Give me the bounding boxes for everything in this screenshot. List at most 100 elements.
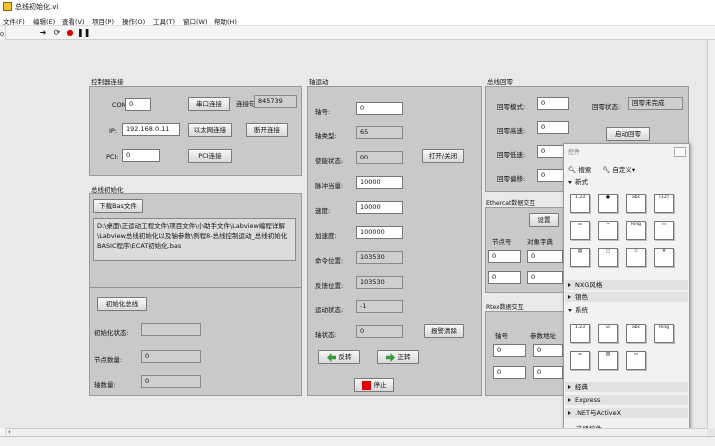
palette-category-modern[interactable]: 新式 [565, 177, 688, 187]
ip-input[interactable]: 192.168.0.11 [122, 123, 180, 136]
serial-connect-button[interactable]: 串口连接 [188, 97, 230, 111]
palette-customize-button[interactable]: 🔧︎ 自定义▾ [602, 164, 635, 174]
controller-section-label: 控制器连接 [91, 78, 124, 86]
pulse-unit-label: 脉冲当量: [315, 182, 344, 190]
list-table-icon[interactable]: ☰ [570, 221, 590, 240]
graph-icon[interactable]: ~ [598, 221, 618, 240]
system-ring-icon[interactable]: Ring [654, 324, 674, 343]
pci-label: PCI: [106, 153, 119, 161]
axis-number-label: 轴号: [315, 108, 331, 116]
system-list-icon[interactable]: ☰ [570, 351, 590, 370]
init-bus-button[interactable]: 初始化总线 [97, 297, 147, 311]
node-count-value: 0 [141, 350, 201, 363]
decorations-icon[interactable]: ◇ [626, 248, 646, 267]
menu-view[interactable]: 查看(V) [62, 16, 85, 26]
vertical-scrollbar[interactable] [707, 40, 715, 428]
ethercat-object-input[interactable]: 0 [527, 271, 563, 284]
home-mode-input[interactable]: 0 [537, 97, 569, 110]
ethercat-node-input[interactable]: 0 [488, 271, 521, 284]
window-title: 总线初始化.vi [15, 3, 59, 11]
bas-file-path-display: D:\桌面\正运动工程文件\项目文件\小助手文件\Labview编程详解\Lab… [93, 218, 296, 261]
menu-edit[interactable]: 编辑(E) [33, 16, 55, 26]
menu-operate[interactable]: 操作(O) [122, 16, 145, 26]
start-homing-button[interactable]: 启动回零 [606, 127, 650, 141]
rtex-axis-input[interactable]: 0 [493, 366, 526, 379]
menu-tools[interactable]: 工具(T) [153, 16, 175, 26]
string-path-icon[interactable]: abc [626, 194, 646, 213]
ethernet-connect-button[interactable]: 以太网连接 [188, 123, 232, 137]
accel-input[interactable]: 100000 [356, 226, 403, 239]
boolean-controls-icon[interactable]: ● [598, 194, 618, 213]
accel-label: 加速度: [315, 232, 337, 240]
reverse-button[interactable]: 反转 [318, 350, 360, 364]
menu-bar: 文件(F) 编辑(E) 查看(V) 项目(P) 操作(O) 工具(T) 窗口(W… [0, 14, 715, 26]
axis-count-label: 轴数量: [94, 381, 116, 389]
rtex-param-input[interactable]: 0 [533, 344, 563, 357]
numeric-controls-icon[interactable]: 1.23 [570, 194, 590, 213]
rtex-param-input[interactable]: 0 [533, 366, 563, 379]
home-high-speed-input[interactable]: 0 [537, 121, 569, 134]
ethercat-object-input[interactable]: 0 [527, 250, 563, 263]
system-string-icon[interactable]: abc [626, 324, 646, 343]
array-cluster-icon[interactable]: [12] [654, 194, 674, 213]
palette-category-express[interactable]: Express [565, 395, 688, 405]
palette-search-label: 搜索 [578, 166, 592, 174]
rtex-axis-input[interactable]: 0 [493, 344, 526, 357]
palette-search-button[interactable]: 🔍︎ 搜索 [568, 164, 591, 174]
palette-category-classic[interactable]: 经典 [565, 382, 688, 392]
title-bar: 总线初始化.vi [0, 0, 715, 14]
init-state-value [141, 323, 201, 336]
container-icon[interactable]: ▭ [654, 221, 674, 240]
download-bas-button[interactable]: 下载Bas文件 [93, 199, 143, 213]
speed-input[interactable]: 10000 [356, 201, 403, 214]
menu-file[interactable]: 文件(F) [3, 16, 25, 26]
pause-icon[interactable]: ❚❚ [77, 28, 90, 38]
system-container-icon[interactable]: ▭ [626, 351, 646, 370]
forward-label: 正转 [397, 353, 411, 361]
scroll-left-icon[interactable]: ‹ [8, 428, 11, 436]
palette-category-dotnet[interactable]: .NET与ActiveX [565, 408, 688, 418]
system-numeric-icon[interactable]: 1.23 [570, 324, 590, 343]
pci-input[interactable]: 0 [122, 149, 160, 162]
palette-category-nxg[interactable]: NXG风格 [565, 280, 688, 290]
feedback-position-label: 反馈位置: [315, 282, 344, 290]
pci-connect-button[interactable]: PCI连接 [188, 149, 232, 163]
variant-class-icon[interactable]: ▢ [598, 248, 618, 267]
ethercat-node-input[interactable]: 0 [488, 250, 521, 263]
palette-category-system[interactable]: 系统 [565, 305, 688, 315]
menu-project[interactable]: 项目(P) [92, 16, 114, 26]
ring-enum-icon[interactable]: Ring [626, 221, 646, 240]
axis-type-label: 轴类型: [315, 132, 337, 140]
refnum-icon[interactable]: # [654, 248, 674, 267]
controls-palette[interactable]: 控件 🔍︎ 搜索 🔧︎ 自定义▾ 新式 1.23 ● abc [12] ☰ ~ … [563, 143, 690, 439]
com-input[interactable]: 0 [125, 98, 151, 111]
toolbar: ➜ ⟳ ● ❚❚ [0, 26, 715, 40]
axis-number-input[interactable]: 0 [356, 102, 403, 115]
ethercat-object-label: 对象字典 [527, 238, 553, 246]
clear-alarm-button[interactable]: 报警清除 [424, 324, 464, 338]
enable-toggle-button[interactable]: 打开/关闭 [422, 149, 464, 163]
palette-category-silver[interactable]: 银色 [565, 292, 688, 302]
divider [89, 287, 302, 288]
io-icon[interactable]: ▤ [570, 248, 590, 267]
ethercat-set-button[interactable]: 设置 [529, 213, 559, 227]
stop-button[interactable]: 停止 [354, 378, 394, 392]
system-boolean-icon[interactable]: ☑ [598, 324, 618, 343]
command-position-value: 103530 [356, 251, 403, 264]
menu-help[interactable]: 帮助(H) [214, 16, 237, 26]
home-low-speed-label: 回零低速: [497, 151, 526, 159]
forward-button[interactable]: 正转 [377, 350, 419, 364]
horizontal-scrollbar[interactable]: ‹ [6, 428, 707, 436]
pulse-unit-input[interactable]: 10000 [356, 176, 403, 189]
abort-icon[interactable]: ● [65, 28, 75, 38]
disconnect-button[interactable]: 断开连接 [246, 123, 288, 137]
home-mode-label: 回零模式: [497, 103, 526, 111]
pin-icon[interactable] [674, 147, 686, 157]
system-path-icon[interactable]: ▤ [598, 351, 618, 370]
run-arrow-icon[interactable]: ➜ [38, 28, 48, 38]
rtex-section-label: Rtex数据交互 [486, 304, 524, 311]
run-continuous-icon[interactable]: ⟳ [52, 28, 62, 38]
init-state-label: 初始化状态: [94, 329, 129, 337]
menu-window[interactable]: 窗口(W) [183, 16, 208, 26]
stop-square-icon [361, 380, 371, 390]
